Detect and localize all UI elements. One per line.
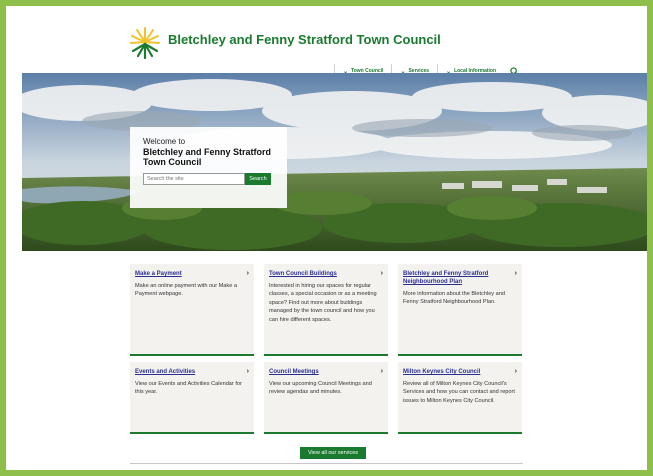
- card-council-meetings[interactable]: Council Meetings › View our upcoming Cou…: [264, 362, 388, 434]
- card-title[interactable]: Bletchley and Fenny Stratford Neighbourh…: [403, 270, 503, 286]
- chevron-right-icon: ›: [514, 368, 517, 375]
- search-button[interactable]: Search: [245, 173, 271, 185]
- card-description: View our upcoming Council Meetings and r…: [269, 381, 372, 396]
- card-title[interactable]: Town Council Buildings: [269, 270, 369, 278]
- card-title[interactable]: Milton Keynes City Council: [403, 368, 503, 376]
- chevron-right-icon: ›: [246, 270, 249, 277]
- card-description: View our Events and Activities Calendar …: [135, 381, 242, 396]
- card-description: Make an online payment with our Make a P…: [135, 283, 237, 298]
- chevron-right-icon: ›: [514, 270, 517, 277]
- logo-icon[interactable]: [130, 26, 160, 60]
- card-milton-keynes-city-council[interactable]: Milton Keynes City Council › Review all …: [398, 362, 522, 434]
- card-title[interactable]: Events and Activities: [135, 368, 235, 376]
- chevron-right-icon: ›: [380, 270, 383, 277]
- welcome-title: Bletchley and Fenny Stratford Town Counc…: [143, 147, 272, 167]
- welcome-panel: Welcome to Bletchley and Fenny Stratford…: [130, 127, 287, 208]
- view-all-services-button[interactable]: View all our services: [300, 447, 366, 459]
- card-description: Interested in hiring our spaces for regu…: [269, 283, 377, 323]
- divider: [130, 463, 523, 464]
- hero-image: [22, 73, 647, 251]
- chevron-right-icon: ›: [380, 368, 383, 375]
- card-title[interactable]: Council Meetings: [269, 368, 369, 376]
- site-title[interactable]: Bletchley and Fenny Stratford Town Counc…: [168, 32, 441, 47]
- card-events-and-activities[interactable]: Events and Activities › View our Events …: [130, 362, 254, 434]
- card-town-council-buildings[interactable]: Town Council Buildings › Interested in h…: [264, 264, 388, 356]
- search-input[interactable]: [143, 173, 245, 185]
- card-description: Review all of Milton Keynes City Council…: [403, 381, 515, 404]
- card-description: More information about the Bletchley and…: [403, 291, 505, 306]
- card-neighbourhood-plan[interactable]: Bletchley and Fenny Stratford Neighbourh…: [398, 264, 522, 356]
- welcome-pre: Welcome to: [143, 137, 186, 146]
- card-title[interactable]: Make a Payment: [135, 270, 235, 278]
- card-make-a-payment[interactable]: Make a Payment › Make an online payment …: [130, 264, 254, 356]
- page: Bletchley and Fenny Stratford Town Counc…: [6, 6, 647, 470]
- search-row: Search: [143, 173, 274, 185]
- chevron-right-icon: ›: [246, 368, 249, 375]
